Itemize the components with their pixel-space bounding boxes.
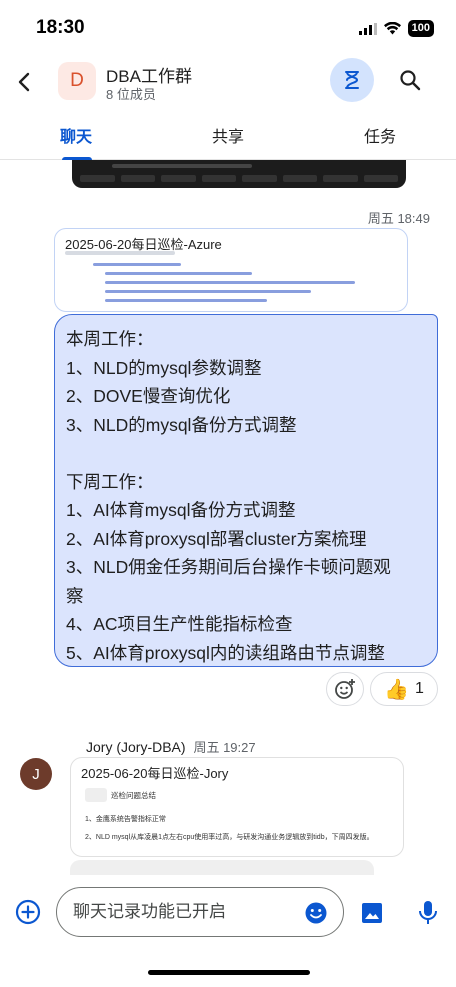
document-heading: 巡检问题总结 bbox=[111, 791, 156, 800]
bubble-line: 本周工作： bbox=[66, 329, 154, 349]
sender-name: Jory (Jory-DBA) bbox=[86, 739, 186, 755]
avatar[interactable]: J bbox=[20, 758, 52, 790]
message-list[interactable]: 周五 18:49 2025-06-20每日巡检-Azure 本周工作： 1、NL… bbox=[0, 160, 456, 875]
tab-shared[interactable]: 共享 bbox=[212, 116, 244, 160]
emoji-button[interactable] bbox=[303, 900, 329, 926]
home-indicator[interactable] bbox=[148, 970, 310, 975]
status-bar: 18:30 100 bbox=[0, 0, 456, 56]
document-card[interactable]: 2025-06-20每日巡检-Jory 巡检问题总结 1、金鹰系统告警指标正常 … bbox=[70, 757, 404, 857]
bubble-line: 1、NLD的mysql参数调整 bbox=[66, 357, 262, 378]
reaction-count: 1 bbox=[415, 680, 424, 697]
image-button[interactable] bbox=[360, 901, 384, 925]
next-card-peek bbox=[70, 860, 374, 875]
microphone-icon bbox=[419, 901, 437, 924]
document-card[interactable]: 2025-06-20每日巡检-Azure bbox=[54, 228, 408, 312]
bubble-line: 1、AI体育mysql备份方式调整 bbox=[66, 500, 296, 520]
signal-icon bbox=[358, 22, 377, 35]
hourglass-icon bbox=[345, 71, 359, 89]
status-icons: 100 bbox=[358, 20, 434, 37]
arrow-back-icon bbox=[18, 72, 30, 92]
bubble-line: 4、AC项目生产性能指标检查 bbox=[66, 614, 293, 634]
status-time: 18:30 bbox=[36, 17, 85, 38]
document-line: 1、金鹰系统告警指标正常 bbox=[85, 816, 166, 823]
bubble-line: 5、AI体育proxysql内的读组路由节点调整 bbox=[66, 642, 385, 663]
thumbs-up-icon: 👍 bbox=[384, 678, 409, 701]
add-reaction-icon bbox=[335, 679, 355, 699]
bubble-line: 下周工作： bbox=[66, 471, 154, 492]
document-title: 2025-06-20每日巡检-Jory bbox=[81, 766, 229, 781]
message-bubble[interactable]: 本周工作： 1、NLD的mysql参数调整 2、DOVE慢查询优化 3、NLD的… bbox=[54, 314, 438, 667]
add-attachment-button[interactable] bbox=[14, 898, 42, 926]
bubble-line bbox=[66, 439, 426, 468]
group-avatar[interactable]: D bbox=[58, 62, 96, 100]
battery-indicator: 100 bbox=[407, 20, 434, 37]
document-icon bbox=[85, 788, 107, 802]
add-circle-icon bbox=[15, 899, 41, 925]
search-button[interactable] bbox=[388, 58, 432, 102]
back-button[interactable] bbox=[4, 62, 44, 102]
member-count: 8 位成员 bbox=[106, 87, 156, 102]
image-icon bbox=[362, 903, 382, 923]
message-timestamp: 周五 18:49 bbox=[367, 211, 430, 226]
tab-tasks[interactable]: 任务 bbox=[364, 116, 396, 160]
bubble-line: 3、NLD佣金任务期间后台操作卡顿问题观 bbox=[66, 557, 391, 577]
message-timestamp: 周五 19:27 bbox=[193, 740, 256, 755]
image-attachment[interactable] bbox=[72, 160, 406, 188]
add-reaction-button[interactable] bbox=[326, 672, 364, 706]
sender-info: Jory (Jory-DBA) 周五 19:27 bbox=[86, 737, 256, 756]
meet-button[interactable] bbox=[330, 58, 374, 102]
bubble-line: 3、NLD的mysql备份方式调整 bbox=[66, 414, 297, 435]
document-line: 2、NLD mysql从库凌晨1点左右cpu使用率过高，与研发沟通业务逻辑放到t… bbox=[85, 834, 374, 841]
bubble-line: 2、AI体育proxysql部署cluster方案梳理 bbox=[66, 528, 367, 549]
wifi-icon bbox=[383, 22, 401, 35]
reaction-chip[interactable]: 👍 1 bbox=[370, 672, 438, 706]
emoji-icon bbox=[305, 902, 327, 924]
compose-bar bbox=[0, 875, 456, 950]
search-icon bbox=[400, 70, 421, 91]
message-input-wrapper bbox=[56, 887, 344, 937]
bubble-line: 2、DOVE慢查询优化 bbox=[66, 386, 231, 406]
bubble-line: 察 bbox=[66, 585, 84, 606]
tab-bar: 聊天 共享 任务 bbox=[0, 116, 456, 160]
chat-header: D DBA工作群 8 位成员 bbox=[0, 56, 456, 108]
message-input[interactable] bbox=[73, 888, 293, 936]
tab-chat[interactable]: 聊天 bbox=[60, 116, 92, 160]
microphone-button[interactable] bbox=[416, 900, 440, 926]
